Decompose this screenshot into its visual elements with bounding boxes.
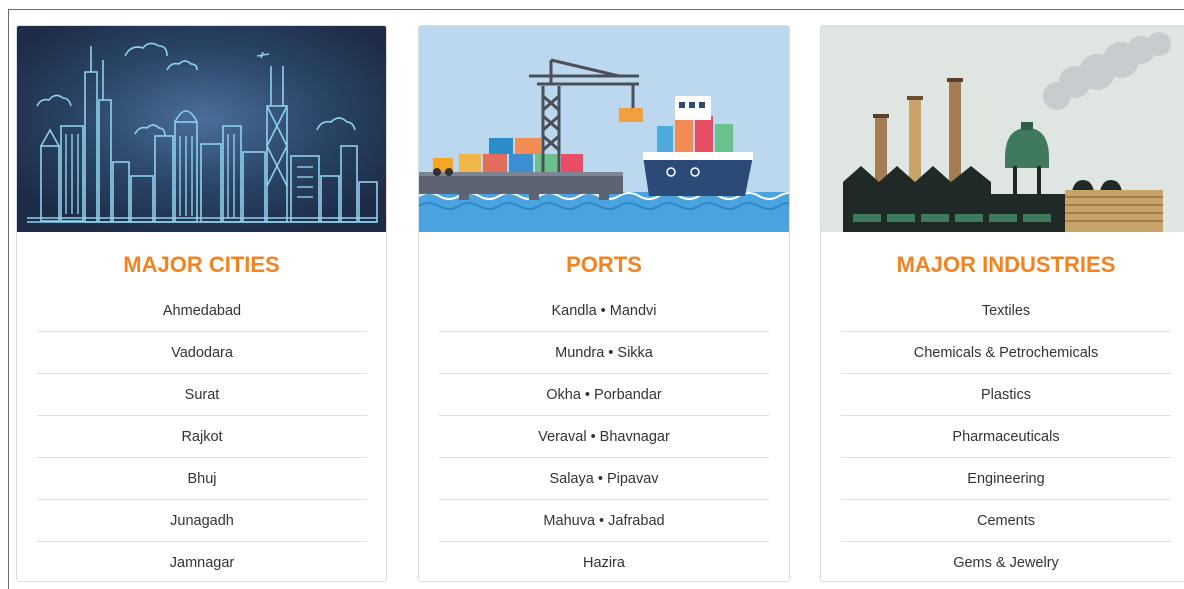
list-item: Vadodara [37,332,367,374]
list-item: Bhuj [37,458,367,500]
list-item: Veraval • Bhavnagar [439,416,769,458]
card-ports: PORTS Kandla • Mandvi Mundra • Sikka Okh… [418,25,790,582]
frame-border-left [8,9,9,589]
list-item: Plastics [841,374,1171,416]
list-item: Gems & Jewelry [953,555,1059,571]
list-item: Mundra • Sikka [439,332,769,374]
city-skyline-illustration [17,26,386,232]
port-list: Kandla • Mandvi Mundra • Sikka Okha • Po… [439,290,769,581]
factory-smokestacks-illustration [821,26,1184,232]
card-title: MAJOR INDUSTRIES [896,252,1116,277]
list-item: Chemicals & Petrochemicals [841,332,1171,374]
list-item: Engineering [841,458,1171,500]
city-list: Ahmedabad Vadodara Surat Rajkot Bhuj Jun… [37,290,367,581]
list-item: Jamnagar [169,555,235,571]
list-item: Hazira [583,555,625,571]
card-major-industries: MAJOR INDUSTRIES Textiles Chemicals & Pe… [820,25,1184,582]
port-crane-ship-illustration [419,26,789,232]
list-item: Kandla • Mandvi [439,290,769,332]
card-title: PORTS [566,252,642,277]
card-major-cities: MAJOR CITIES Ahmedabad Vadodara Surat Ra… [16,25,387,582]
card-title: MAJOR CITIES [123,252,280,277]
list-item: Mahuva • Jafrabad [439,500,769,542]
list-item: Okha • Porbandar [439,374,769,416]
list-item: Junagadh [37,500,367,542]
list-item: Salaya • Pipavav [439,458,769,500]
list-item: Pharmaceuticals [841,416,1171,458]
list-item: Textiles [841,290,1171,332]
list-item: Ahmedabad [37,290,367,332]
list-item: Surat [37,374,367,416]
list-item: Cements [841,500,1171,542]
list-item: Rajkot [37,416,367,458]
industry-list: Textiles Chemicals & Petrochemicals Plas… [841,290,1171,581]
frame-border-top [8,9,1184,10]
